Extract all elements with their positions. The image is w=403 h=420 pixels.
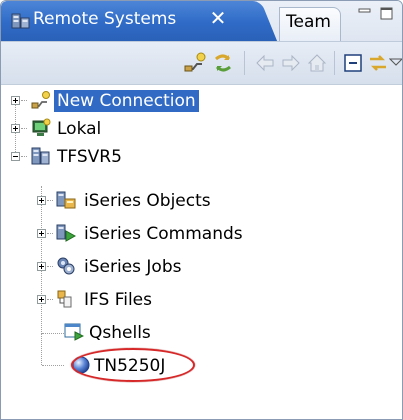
tree-item-label: New Connection bbox=[54, 90, 199, 112]
toolbar-separator bbox=[244, 51, 245, 75]
tree-item-new-connection[interactable]: New Connection bbox=[1, 87, 301, 115]
expand-icon[interactable] bbox=[37, 196, 46, 205]
tab-team[interactable]: Team bbox=[279, 7, 341, 41]
tree-item-label: Lokal bbox=[57, 119, 102, 139]
highlight-ring bbox=[71, 348, 195, 382]
view-tab-bar: Remote Systems ✕ Team bbox=[1, 1, 402, 42]
tree-item-qshells[interactable]: Qshells bbox=[1, 319, 301, 347]
server-icon bbox=[31, 147, 50, 165]
connection-tree: New Connection Lokal TFSVR5 iSeries Obje… bbox=[1, 86, 402, 419]
tree-item-iseries-objects[interactable]: iSeries Objects bbox=[1, 187, 301, 215]
tree-item-label: iSeries Objects bbox=[84, 191, 211, 211]
tab-label: Team bbox=[286, 12, 331, 32]
minimize-icon[interactable] bbox=[357, 7, 373, 21]
remote-systems-view: Remote Systems ✕ Team New Connection Lok… bbox=[0, 0, 403, 420]
back-icon[interactable] bbox=[253, 51, 277, 75]
expand-icon[interactable] bbox=[11, 124, 20, 133]
home-icon[interactable] bbox=[305, 51, 329, 75]
new-connection-icon[interactable] bbox=[183, 51, 207, 75]
close-icon[interactable]: ✕ bbox=[208, 7, 228, 29]
new-connection-icon bbox=[31, 91, 50, 109]
view-menu-icon[interactable] bbox=[389, 51, 403, 75]
forward-icon[interactable] bbox=[279, 51, 303, 75]
tree-item-lokal[interactable]: Lokal bbox=[1, 115, 201, 143]
tree-item-label: iSeries Jobs bbox=[84, 257, 182, 277]
iseries-commands-icon bbox=[56, 224, 76, 242]
link-with-editor-icon[interactable] bbox=[366, 51, 390, 75]
tree-item-label: iSeries Commands bbox=[84, 224, 243, 244]
view-toolbar bbox=[1, 42, 402, 85]
tree-item-ifs-files[interactable]: IFS Files bbox=[1, 286, 301, 314]
local-system-icon bbox=[32, 118, 51, 136]
expand-icon[interactable] bbox=[37, 295, 46, 304]
maximize-icon[interactable] bbox=[379, 7, 395, 21]
refresh-icon[interactable] bbox=[211, 51, 235, 75]
tab-label: Remote Systems bbox=[33, 9, 177, 29]
collapse-icon[interactable] bbox=[11, 152, 20, 161]
tree-item-label: TFSVR5 bbox=[57, 147, 122, 167]
remote-systems-icon bbox=[11, 13, 30, 29]
expand-icon[interactable] bbox=[37, 229, 46, 238]
expand-icon[interactable] bbox=[11, 96, 20, 105]
tree-item-iseries-jobs[interactable]: iSeries Jobs bbox=[1, 253, 301, 281]
tree-item-tfsvr5[interactable]: TFSVR5 bbox=[1, 143, 201, 171]
toolbar-separator bbox=[334, 51, 335, 75]
expand-icon[interactable] bbox=[37, 262, 46, 271]
tree-item-label: Qshells bbox=[89, 323, 151, 343]
tree-item-iseries-commands[interactable]: iSeries Commands bbox=[1, 220, 321, 248]
iseries-jobs-icon bbox=[57, 257, 75, 275]
qshells-icon bbox=[64, 323, 84, 341]
ifs-files-icon bbox=[57, 290, 72, 308]
collapse-all-icon[interactable] bbox=[341, 51, 365, 75]
tree-item-label: IFS Files bbox=[84, 290, 152, 310]
tab-remote-systems[interactable]: Remote Systems ✕ bbox=[1, 1, 253, 41]
iseries-objects-icon bbox=[56, 191, 76, 209]
